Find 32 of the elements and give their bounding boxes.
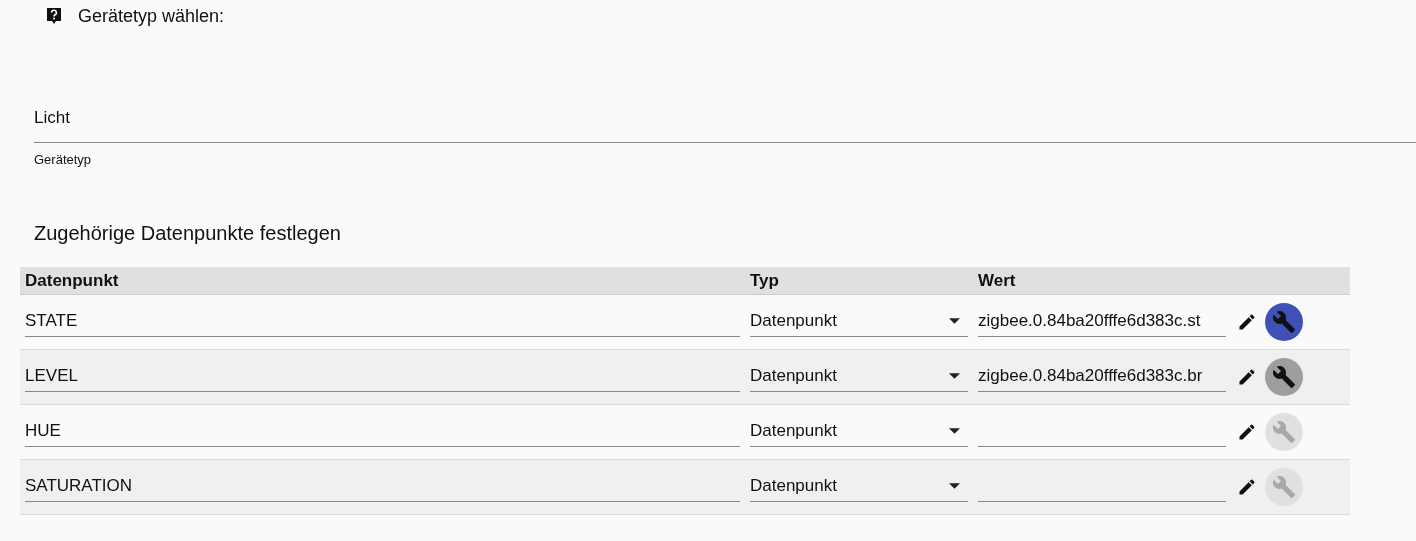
datapoint-name-field[interactable]: LEVEL: [25, 360, 740, 392]
help-icon: [46, 7, 62, 25]
wrench-icon: [1272, 475, 1296, 499]
column-header: Datenpunkt: [25, 270, 119, 291]
dropdown-caret-icon: [949, 482, 960, 489]
column-header: Typ: [750, 270, 779, 291]
device-type-field[interactable]: Licht: [34, 108, 1416, 143]
settings-button[interactable]: [1265, 303, 1303, 341]
type-dropdown[interactable]: Datenpunkt: [750, 415, 968, 447]
dropdown-caret-icon: [949, 317, 960, 324]
type-dropdown[interactable]: Datenpunkt: [750, 360, 968, 392]
dropdown-caret-icon: [949, 427, 960, 434]
prompt-title: Gerätetyp wählen:: [78, 5, 225, 27]
section-heading: Zugehörige Datenpunkte festlegen: [34, 221, 342, 245]
datapoint-name-field[interactable]: STATE: [25, 305, 740, 337]
type-dropdown[interactable]: Datenpunkt: [750, 470, 968, 502]
wrench-icon: [1272, 310, 1296, 334]
pencil-icon: [1237, 367, 1257, 387]
pencil-icon: [1237, 477, 1257, 497]
settings-button[interactable]: [1265, 358, 1303, 396]
wrench-icon: [1272, 420, 1296, 444]
pencil-icon: [1237, 312, 1257, 332]
type-dropdown[interactable]: Datenpunkt: [750, 305, 968, 337]
column-header: Wert: [978, 270, 1016, 291]
datapoint-name-field[interactable]: SATURATION: [25, 470, 740, 502]
pencil-icon: [1237, 422, 1257, 442]
datapoint-name-field[interactable]: HUE: [25, 415, 740, 447]
field-label: Gerätetyp: [34, 152, 92, 167]
value-field[interactable]: zigbee.0.84ba20fffe6d383c.br: [978, 360, 1226, 392]
dropdown-caret-icon: [949, 372, 960, 379]
wrench-icon: [1272, 365, 1296, 389]
value-field[interactable]: zigbee.0.84ba20fffe6d383c.st: [978, 305, 1226, 337]
